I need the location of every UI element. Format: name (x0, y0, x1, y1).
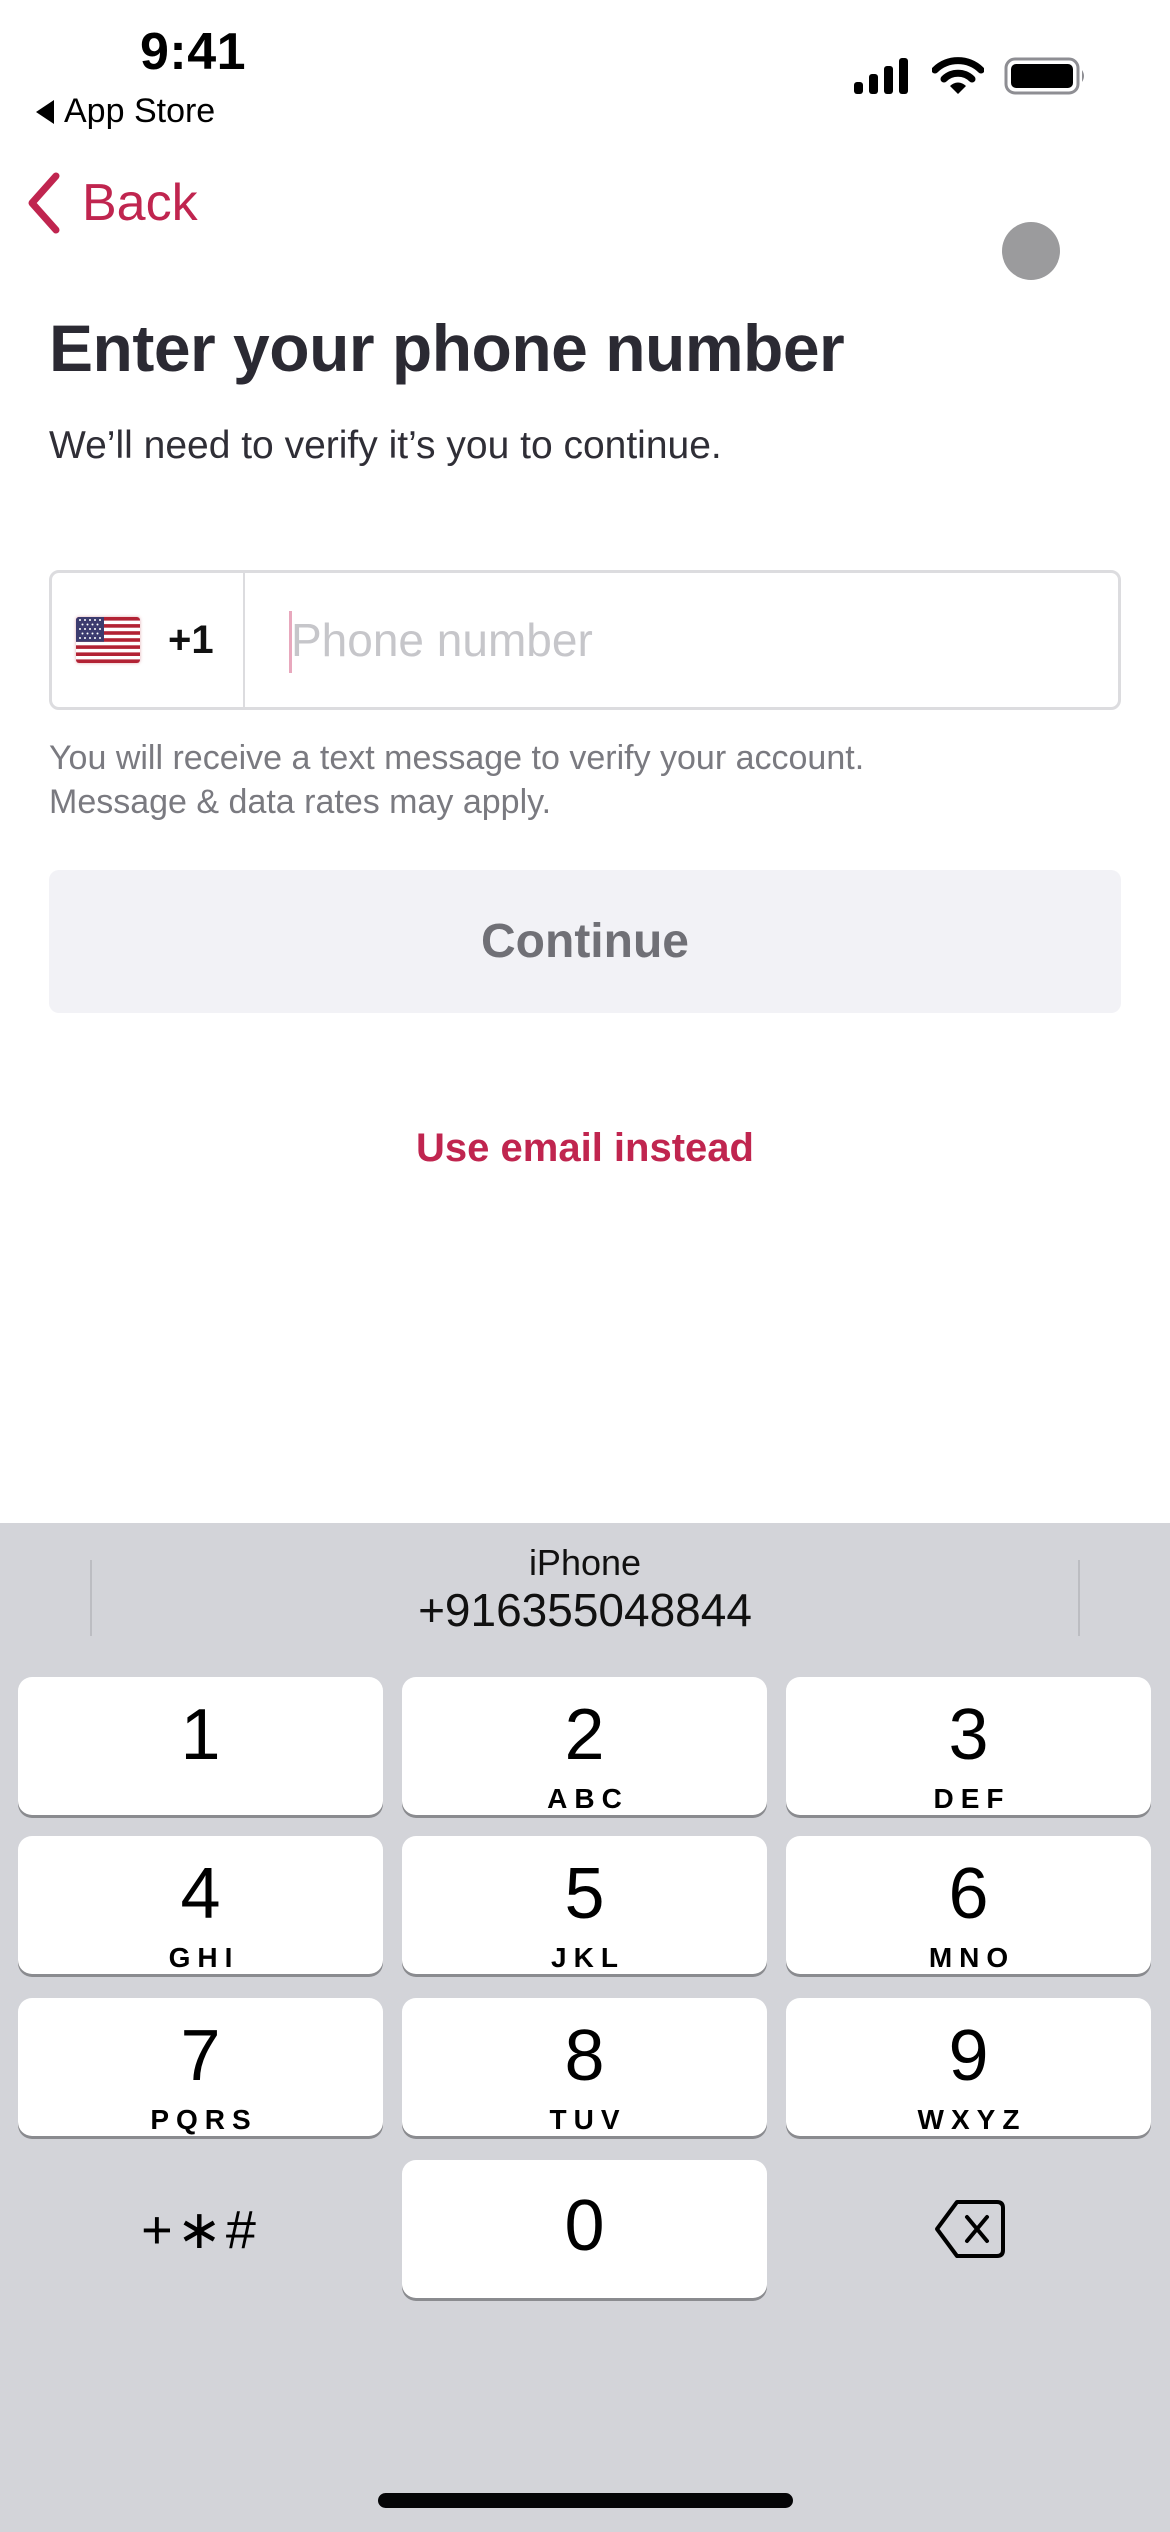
key-digit: 1 (180, 1695, 221, 1775)
wifi-icon (932, 57, 984, 94)
suggestion-label: iPhone (528, 1542, 642, 1583)
key-letters: GHI (168, 1942, 240, 1973)
key-digit: 0 (564, 2186, 605, 2266)
key-letters: WXYZ (917, 2104, 1027, 2135)
phone-field-wrapper (245, 573, 1118, 707)
gray-dot-indicator (1002, 222, 1060, 280)
status-time: 9:41 (140, 23, 247, 81)
key-digit: 4 (180, 1854, 221, 1934)
text-cursor (289, 611, 292, 673)
back-app-label: App Store (64, 92, 216, 130)
back-triangle-icon (36, 99, 54, 124)
key-5[interactable]: 5 JKL (402, 1836, 767, 1974)
autofill-suggestion[interactable]: iPhone +916355048844 (90, 1540, 1080, 1640)
status-icons (852, 56, 1088, 96)
key-letters: ABC (547, 1783, 629, 1814)
helper-line-2: Message & data rates may apply. (49, 783, 552, 821)
chevron-left-icon (28, 172, 60, 234)
key-digit: 9 (948, 2016, 989, 2096)
country-code: +1 (168, 617, 214, 662)
back-label: Back (82, 174, 198, 232)
key-delete[interactable] (786, 2160, 1151, 2298)
key-letters: TUV (549, 2104, 627, 2135)
battery-icon (1004, 57, 1084, 95)
key-1[interactable]: 1 (18, 1677, 383, 1815)
home-indicator[interactable] (378, 2493, 793, 2508)
key-digit: 6 (948, 1854, 989, 1934)
key-0[interactable]: 0 (402, 2160, 767, 2298)
key-symbols[interactable]: +∗# (18, 2160, 383, 2298)
key-digit: 3 (948, 1695, 989, 1775)
helper-text: You will receive a text message to verif… (49, 736, 864, 824)
back-to-app-store[interactable]: App Store (36, 92, 215, 131)
phone-input-group: +1 (49, 570, 1121, 710)
key-digit: 5 (564, 1854, 605, 1934)
back-button[interactable]: Back (26, 172, 198, 234)
key-7[interactable]: 7 PQRS (18, 1998, 383, 2136)
key-letters: PQRS (150, 2104, 258, 2135)
key-letters: DEF (933, 1783, 1011, 1814)
key-4[interactable]: 4 GHI (18, 1836, 383, 1974)
page-title: Enter your phone number (49, 311, 845, 385)
helper-line-1: You will receive a text message to verif… (49, 739, 865, 777)
key-8[interactable]: 8 TUV (402, 1998, 767, 2136)
key-digit: 7 (180, 2016, 221, 2096)
suggestion-value: +916355048844 (418, 1584, 752, 1636)
phone-number-input[interactable] (291, 613, 1118, 667)
cellular-signal-icon (854, 58, 908, 94)
us-flag-icon (76, 617, 140, 663)
key-9[interactable]: 9 WXYZ (786, 1998, 1151, 2136)
continue-button[interactable]: Continue (49, 870, 1121, 1013)
key-digit: 8 (564, 2016, 605, 2096)
key-2[interactable]: 2 ABC (402, 1677, 767, 1815)
key-3[interactable]: 3 DEF (786, 1677, 1151, 1815)
backspace-icon (934, 2200, 1005, 2258)
country-code-selector[interactable]: +1 (52, 573, 245, 707)
page-subtitle: We’ll need to verify it’s you to continu… (49, 424, 722, 467)
key-letters: MNO (928, 1942, 1016, 1973)
key-digit: 2 (564, 1695, 605, 1775)
key-6[interactable]: 6 MNO (786, 1836, 1151, 1974)
use-email-instead-link[interactable]: Use email instead (0, 1126, 1170, 1171)
key-letters: JKL (551, 1942, 625, 1973)
symbols-label: +∗# (141, 2199, 260, 2260)
